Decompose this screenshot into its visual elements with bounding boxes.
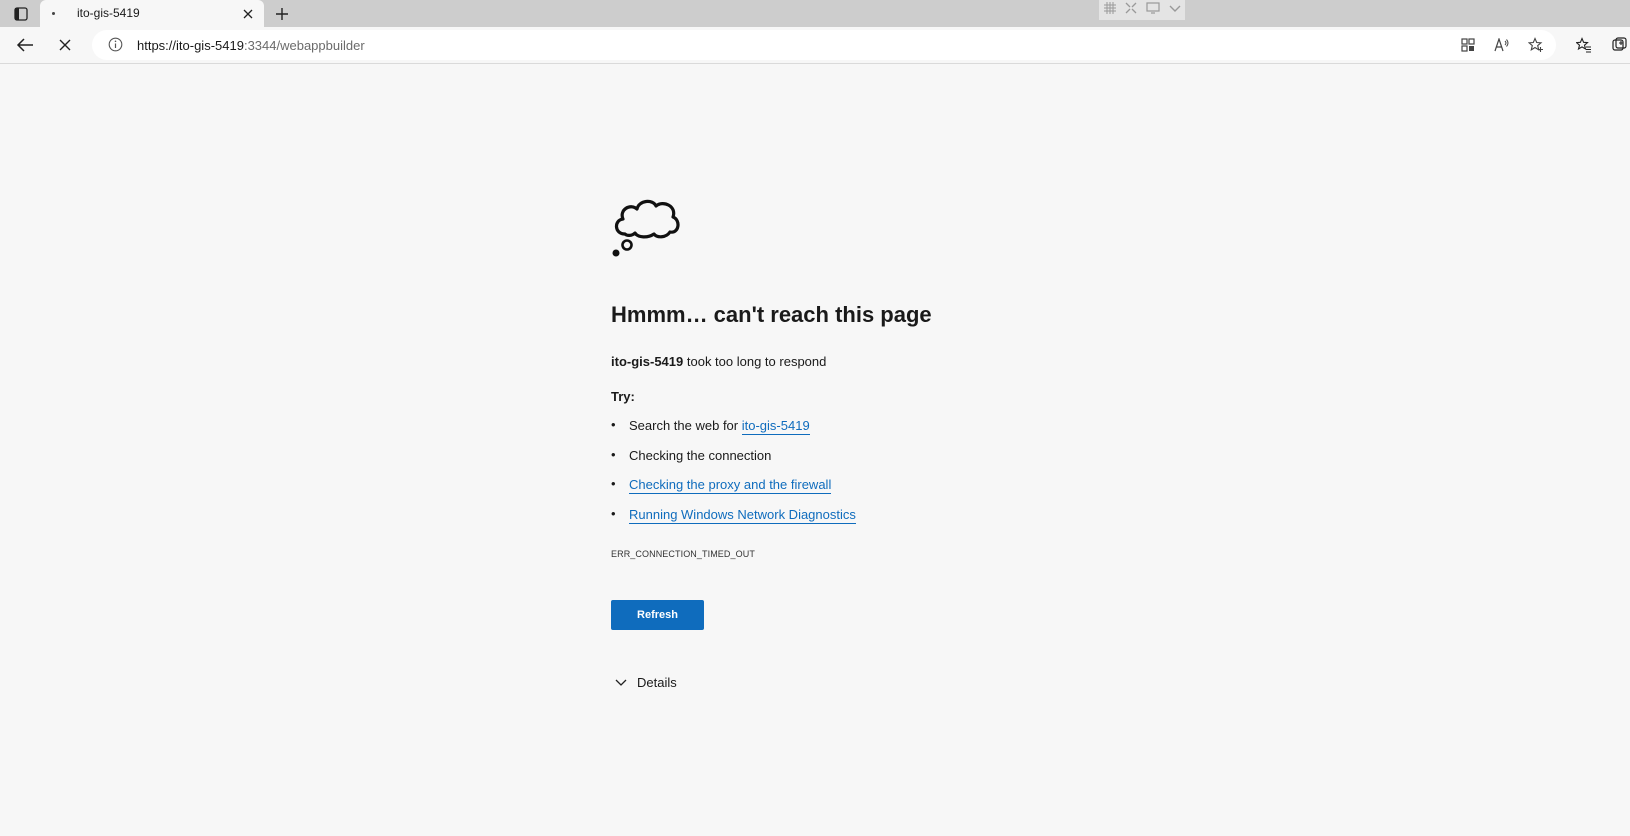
error-heading: Hmmm… can't reach this page [611,302,932,327]
chevron-down-icon[interactable] [1169,1,1181,19]
check-proxy-link[interactable]: Checking the proxy and the firewall [629,477,832,494]
tab-active[interactable]: ito-gis-5419 [40,0,264,27]
new-tab-button[interactable] [272,4,292,24]
back-arrow-icon [16,38,33,52]
error-host: ito-gis-5419 [611,354,684,369]
browser-toolbar: https://ito-gis-5419:3344/webappbuilder [0,27,1630,64]
error-message: ito-gis-5419 took too long to respond [611,354,826,369]
check-connection-text: Checking the connection [629,447,772,463]
url-path: :3344/webappbuilder [243,38,365,53]
url-text: https://ito-gis-5419:3344/webappbuilder [137,38,365,53]
bullet-icon: • [611,505,616,521]
bullet-icon: • [611,417,616,432]
add-favorite-icon[interactable] [1526,36,1546,54]
details-toggle[interactable]: Details [615,675,677,690]
error-description: took too long to respond [686,354,827,369]
tab-actions-icon[interactable] [6,3,36,25]
try-label: Try: [611,389,635,404]
grid-icon[interactable] [1103,1,1116,19]
chevron-down-icon [615,679,627,687]
tab-favicon-icon [52,12,55,15]
stop-loading-button[interactable] [52,33,78,57]
back-button[interactable] [12,33,38,57]
bullet-icon: • [611,446,616,462]
tab-title: ito-gis-5419 [77,6,140,20]
monitor-icon[interactable] [1145,1,1160,19]
tab-close-icon[interactable] [240,6,256,22]
stop-icon [59,39,71,51]
plus-icon [276,8,288,20]
bullet-icon: • [611,476,616,491]
collections-icon[interactable] [1610,36,1630,54]
remote-control-bar [1099,0,1185,20]
details-label: Details [637,675,677,690]
address-bar[interactable]: https://ito-gis-5419:3344/webappbuilder [92,30,1556,60]
search-prefix: Search the web for [629,418,739,433]
favorites-icon[interactable] [1574,36,1594,54]
refresh-button[interactable]: Refresh [611,600,704,630]
app-available-icon[interactable] [1458,36,1478,54]
search-web-link[interactable]: ito-gis-5419 [741,418,810,435]
thought-cloud-icon [612,199,680,257]
error-code: ERR_CONNECTION_TIMED_OUT [611,549,755,559]
network-diagnostics-link[interactable]: Running Windows Network Diagnostics [629,506,856,524]
tab-strip: ito-gis-5419 [0,0,1630,27]
url-host: https://ito-gis-5419 [137,38,244,53]
read-aloud-icon[interactable] [1492,36,1512,54]
shrink-icon[interactable] [1125,1,1137,19]
site-info-icon[interactable] [108,37,123,57]
